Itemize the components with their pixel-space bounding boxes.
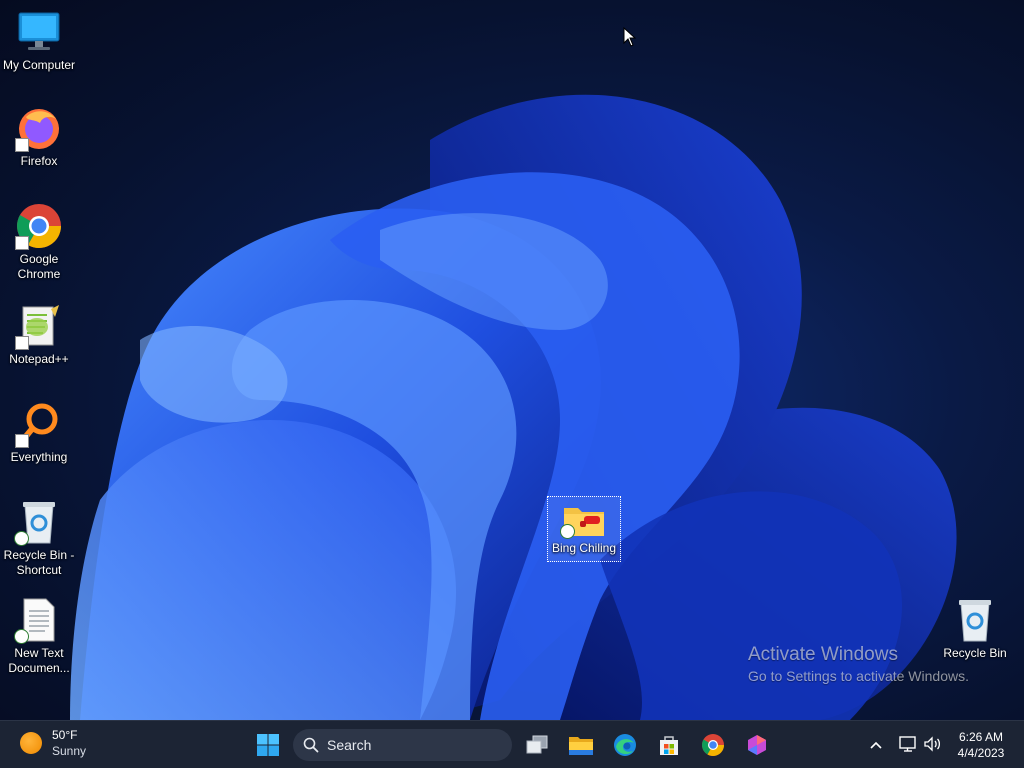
- system-clock[interactable]: 6:26 AM 4/4/2023: [948, 729, 1014, 761]
- recycle-bin-icon: [14, 498, 63, 546]
- chrome-taskbar-button[interactable]: [695, 727, 731, 763]
- activate-windows-watermark: Activate Windows Go to Settings to activ…: [748, 643, 969, 685]
- chrome-icon: [702, 734, 724, 756]
- desktop-icon-recycle-bin-shortcut[interactable]: Recycle Bin - Shortcut: [0, 498, 78, 578]
- clock-time: 6:26 AM: [958, 730, 1004, 744]
- file-explorer-button[interactable]: [563, 727, 599, 763]
- chevron-up-icon[interactable]: [866, 735, 886, 755]
- task-view-button[interactable]: [519, 727, 555, 763]
- shortcut-arrow-icon: [15, 236, 29, 250]
- task-view-icon: [526, 735, 548, 754]
- sync-check-icon: [560, 524, 575, 539]
- edge-button[interactable]: [607, 727, 643, 763]
- weather-condition: Sunny: [52, 744, 87, 758]
- start-icon: [257, 734, 279, 756]
- sync-check-icon: [14, 531, 29, 546]
- desktop-icon-bing-chiling-folder[interactable]: Bing Chiling: [547, 496, 621, 562]
- recycle-bin-icon: [951, 596, 999, 644]
- taskbar: 50°F Sunny Search 6:26 AM 4/4/2023: [0, 720, 1024, 768]
- weather-widget[interactable]: 50°F Sunny: [12, 727, 86, 759]
- file-explorer-icon: [569, 737, 593, 755]
- clock-date: 4/4/2023: [957, 746, 1005, 760]
- computer-icon: [15, 8, 63, 56]
- desktop-icon-new-text-document[interactable]: New Text Documen...: [0, 596, 78, 676]
- start-button[interactable]: [250, 727, 286, 763]
- folder-icon: [560, 501, 607, 539]
- sync-check-icon: [14, 629, 29, 644]
- store-icon: [660, 736, 678, 755]
- desktop-icon-my-computer[interactable]: My Computer: [0, 8, 78, 73]
- search-placeholder: Search: [327, 737, 372, 753]
- mouse-cursor-icon: [623, 27, 637, 47]
- desktop-icon-everything[interactable]: Everything: [0, 400, 78, 465]
- desktop-icon-notepadpp[interactable]: Notepad++: [0, 302, 78, 367]
- watermark-title: Activate Windows: [748, 644, 898, 665]
- shortcut-arrow-icon: [15, 434, 29, 448]
- shortcut-arrow-icon: [15, 336, 29, 350]
- desktop-icon-google-chrome[interactable]: Google Chrome: [0, 202, 78, 282]
- wallpaper-bloom: [70, 94, 957, 720]
- text-document-icon: [14, 596, 63, 644]
- chrome-icon: [15, 202, 63, 250]
- desktop-icon-firefox[interactable]: Firefox: [0, 104, 78, 169]
- edge-icon: [614, 734, 636, 756]
- shortcut-arrow-icon: [15, 138, 29, 152]
- desktop[interactable]: My Computer Firefox Google Chrome Notepa…: [0, 0, 1024, 720]
- taskbar-search-box[interactable]: Search: [293, 729, 512, 761]
- weather-temperature: 50°F: [52, 728, 78, 742]
- sun-icon: [20, 732, 42, 754]
- store-button[interactable]: [651, 727, 687, 763]
- copilot-button[interactable]: [739, 727, 775, 763]
- firefox-icon: [15, 104, 63, 152]
- volume-icon[interactable]: [922, 734, 942, 754]
- everything-search-icon: [15, 400, 63, 448]
- watermark-subtitle: Go to Settings to activate Windows.: [748, 668, 969, 684]
- network-icon[interactable]: [898, 734, 918, 754]
- notepadpp-icon: [15, 302, 63, 350]
- search-icon: [303, 737, 319, 753]
- copilot-icon: [748, 735, 766, 755]
